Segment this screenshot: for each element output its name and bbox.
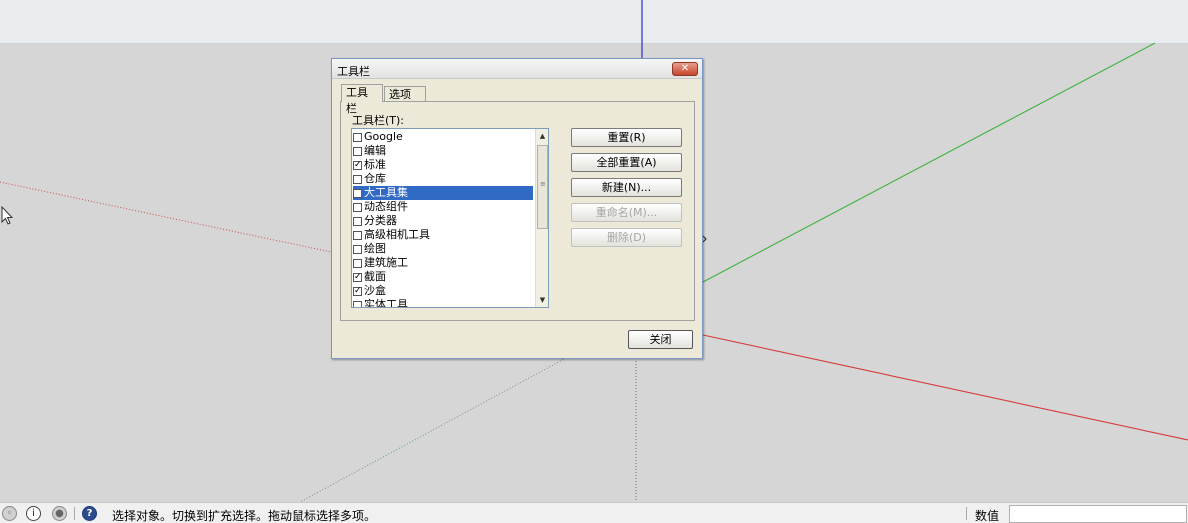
toolbar-list-item-label: 沙盒: [364, 284, 386, 297]
toolbar-list-item-label: Google: [364, 130, 403, 143]
close-icon[interactable]: ✕: [672, 62, 698, 76]
status-separator: [966, 507, 967, 520]
toolbar-list-item-label: 标准: [364, 158, 386, 171]
user-icon[interactable]: ●: [52, 506, 67, 521]
measurements-input[interactable]: [1009, 505, 1187, 523]
toolbar-list-item[interactable]: 动态组件: [353, 200, 533, 214]
grip-icon: ≡: [540, 180, 546, 188]
toolbar-list-item-label: 绘图: [364, 242, 386, 255]
inference-marker: [702, 235, 707, 243]
green-axis-dotted: [299, 357, 567, 502]
red-axis-dotted: [0, 181, 332, 253]
help-icon[interactable]: ?: [82, 506, 97, 521]
checkbox-checked-icon[interactable]: ✓: [353, 160, 362, 170]
measurements-label: 数值: [975, 509, 1000, 523]
toolbar-list-item-label: 大工具集: [364, 186, 408, 199]
toolbars-dialog: 工具栏 ✕ 工具栏 选项 工具栏(T): Google 编辑 ✓ 标准 仓库 大工具集 动态…: [331, 58, 703, 359]
reset-all-button[interactable]: 全部重置(A): [571, 153, 682, 172]
toolbar-list-label: 工具栏(T):: [352, 114, 405, 127]
toolbar-list-item-label: 动态组件: [364, 200, 408, 213]
scroll-thumb[interactable]: ≡: [537, 145, 548, 229]
checkbox-icon[interactable]: [353, 202, 362, 212]
checkbox-icon[interactable]: [353, 244, 362, 254]
checkbox-icon[interactable]: [353, 258, 362, 268]
checkbox-icon[interactable]: [353, 230, 362, 240]
toolbar-list-item[interactable]: 大工具集: [353, 186, 533, 200]
toolbar-list-item-label: 分类器: [364, 214, 397, 227]
toolbar-list-item[interactable]: 建筑施工: [353, 256, 533, 270]
status-separator: [74, 507, 75, 520]
delete-button[interactable]: 删除(D): [571, 228, 682, 247]
toolbar-listbox[interactable]: Google 编辑 ✓ 标准 仓库 大工具集 动态组件 分类器 高级相机工具 绘图 建筑施工 ✓ 截面 ✓…: [351, 128, 549, 308]
toolbar-list-item[interactable]: ✓ 沙盒: [353, 284, 533, 298]
checkbox-icon[interactable]: [353, 146, 362, 156]
geolocation-icon[interactable]: ◦: [2, 506, 17, 521]
checkbox-checked-icon[interactable]: ✓: [353, 272, 362, 282]
toolbar-list-item[interactable]: 仓库: [353, 172, 533, 186]
toolbar-list-item[interactable]: 绘图: [353, 242, 533, 256]
status-hint: 选择对象。切换到扩充选择。拖动鼠标选择多项。: [112, 509, 377, 523]
close-button[interactable]: 关闭: [628, 330, 693, 349]
reset-button[interactable]: 重置(R): [571, 128, 682, 147]
dialog-title: 工具栏: [337, 65, 370, 78]
toolbar-list-item-label: 编辑: [364, 144, 386, 157]
toolbar-list-item[interactable]: 编辑: [353, 144, 533, 158]
toolbar-list-item[interactable]: 高级相机工具: [353, 228, 533, 242]
toolbar-list-item-label: 截面: [364, 270, 386, 283]
toolbar-list-item-label: 建筑施工: [364, 256, 408, 269]
pointer-cursor-icon: [1, 206, 14, 225]
checkbox-icon[interactable]: [353, 300, 362, 307]
toolbar-list-item[interactable]: ✓ 标准: [353, 158, 533, 172]
checkbox-icon[interactable]: [353, 216, 362, 226]
toolbar-list-item[interactable]: 分类器: [353, 214, 533, 228]
checkbox-icon[interactable]: [353, 188, 362, 198]
scroll-down-icon[interactable]: ▼: [537, 294, 548, 306]
tab-options[interactable]: 选项: [384, 86, 426, 102]
toolbar-list-item[interactable]: ✓ 截面: [353, 270, 533, 284]
scroll-up-icon[interactable]: ▲: [537, 130, 548, 142]
status-bar: ◦ i ● ? 选择对象。切换到扩充选择。拖动鼠标选择多项。 数值: [0, 502, 1188, 523]
toolbar-list-item[interactable]: Google: [353, 130, 533, 144]
info-icon[interactable]: i: [26, 506, 41, 521]
listbox-scrollbar[interactable]: ▲ ≡ ▼: [535, 129, 548, 307]
green-axis-solid: [702, 42, 1156, 283]
checkbox-icon[interactable]: [353, 132, 362, 142]
checkbox-icon[interactable]: [353, 174, 362, 184]
dialog-titlebar[interactable]: 工具栏 ✕: [332, 59, 702, 79]
toolbar-list-item-label: 仓库: [364, 172, 386, 185]
new-button[interactable]: 新建(N)...: [571, 178, 682, 197]
rename-button[interactable]: 重命名(M)...: [571, 203, 682, 222]
tab-toolbars[interactable]: 工具栏: [341, 84, 383, 115]
toolbar-list-item[interactable]: 实体工具: [353, 298, 533, 308]
checkbox-checked-icon[interactable]: ✓: [353, 286, 362, 296]
red-axis-solid: [702, 334, 1188, 441]
toolbar-list-item-label: 实体工具: [364, 298, 408, 308]
toolbar-list-item-label: 高级相机工具: [364, 228, 430, 241]
tab-panel: 工具栏(T): Google 编辑 ✓ 标准 仓库 大工具集 动态组件 分类器 高级相机工具 绘图…: [340, 101, 695, 321]
